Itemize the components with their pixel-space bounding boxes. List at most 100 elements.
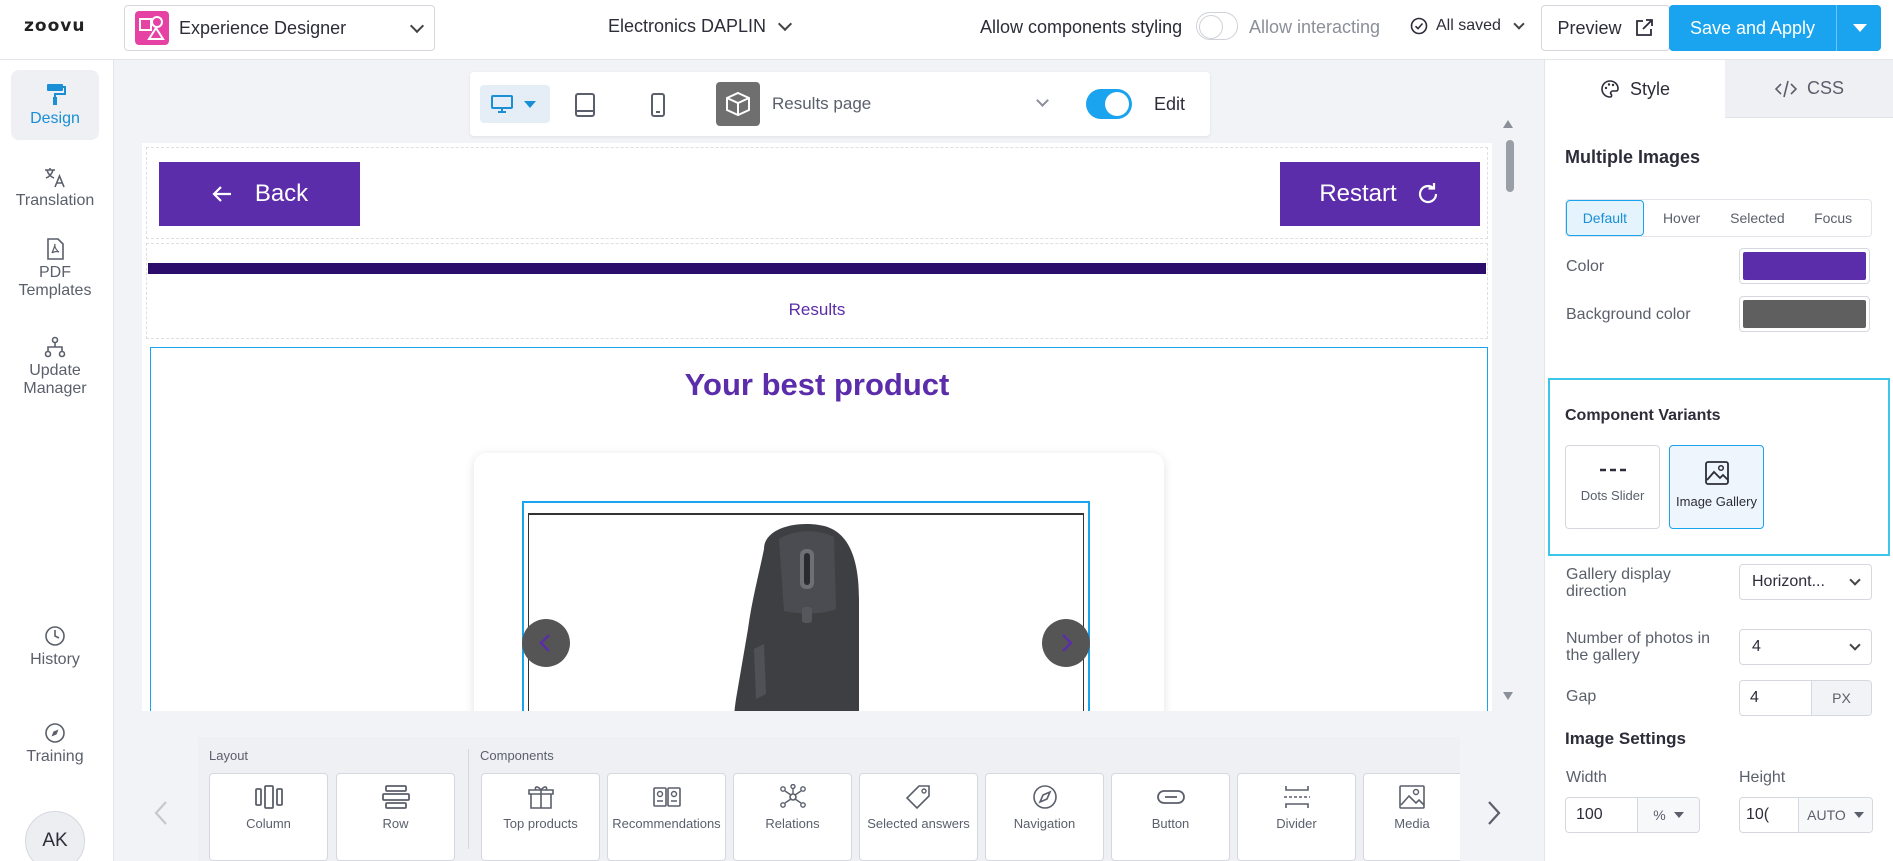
dock-item-button[interactable]: Button [1111, 773, 1230, 861]
height-value: 10( [1746, 806, 1770, 823]
divider-icon [1283, 786, 1310, 808]
height-unit-select[interactable]: AUTO [1798, 798, 1872, 832]
dock-item-top-products[interactable]: Top products [481, 773, 600, 861]
canvas-scrollbar[interactable] [1500, 118, 1516, 710]
dock-item-column[interactable]: Column [209, 773, 328, 861]
chevron-right-icon [1062, 634, 1073, 652]
button-icon [1156, 790, 1185, 804]
sidebar-item-training[interactable]: Training [11, 722, 99, 766]
back-button[interactable]: Back [159, 162, 360, 226]
arrow-left-icon [212, 186, 231, 202]
preview-label: Preview [1557, 17, 1622, 38]
state-tab-default[interactable]: Default [1566, 200, 1644, 236]
gap-label: Gap [1566, 688, 1597, 705]
section-title: Multiple Images [1565, 147, 1701, 167]
app-switcher[interactable]: Experience Designer [124, 5, 435, 51]
dock-item-label: Media [1394, 816, 1430, 831]
project-switcher[interactable]: Electronics DAPLIN [608, 16, 793, 37]
variant-image-gallery[interactable]: Image Gallery [1669, 445, 1764, 529]
image-settings-title: Image Settings [1565, 729, 1686, 748]
gallery-next-button[interactable] [1042, 619, 1090, 667]
desktop-icon [491, 95, 513, 113]
sidebar-item-design[interactable]: Design [11, 70, 99, 140]
gallery-prev-button[interactable] [522, 619, 570, 667]
project-name: Electronics DAPLIN [608, 16, 767, 36]
gallery-direction-value: Horizont... [1752, 573, 1825, 590]
scroll-down-icon[interactable] [1503, 692, 1513, 700]
chevron-down-icon [1849, 574, 1861, 586]
restart-button[interactable]: Restart [1280, 162, 1480, 226]
sidebar-item-label: Training [26, 748, 84, 765]
width-value: 100 [1576, 806, 1603, 823]
sidebar-item-label: PDF Templates [18, 264, 92, 299]
sidebar-item-pdf-templates[interactable]: PDF Templates [11, 238, 99, 300]
gallery-direction-select[interactable]: Horizont... [1739, 564, 1872, 600]
page-cube-icon [716, 82, 760, 126]
state-tab-hover[interactable]: Hover [1644, 200, 1720, 236]
palette-icon [1601, 80, 1619, 98]
save-options-dropdown[interactable] [1836, 5, 1881, 51]
row-icon [381, 785, 410, 809]
recommendations-icon [652, 787, 681, 807]
variant-label: Dots Slider [1580, 488, 1645, 503]
edit-toggle[interactable] [1086, 89, 1132, 119]
gallery-direction-label: Gallery display direction [1566, 566, 1671, 600]
page-selector[interactable]: Results page [772, 94, 871, 114]
sidebar-item-history[interactable]: History [11, 625, 99, 669]
scroll-up-icon[interactable] [1503, 120, 1513, 128]
dock-item-label: Navigation [1013, 816, 1076, 831]
color-swatch [1743, 252, 1866, 280]
dock-item-divider[interactable]: Divider [1237, 773, 1356, 861]
translate-icon [45, 168, 65, 188]
background-color-swatch [1743, 300, 1866, 328]
tab-css[interactable]: CSS [1725, 60, 1893, 118]
column-icon [254, 785, 283, 809]
sidebar-item-label: Design [30, 110, 80, 127]
chevron-down-icon [1849, 639, 1861, 651]
tab-style[interactable]: Style [1545, 60, 1725, 118]
dock-scroll-left-icon[interactable] [154, 800, 168, 826]
mobile-icon[interactable] [650, 92, 666, 118]
dock-item-label: Top products [503, 816, 578, 831]
save-and-apply-button[interactable]: Save and Apply [1669, 5, 1836, 51]
width-unit-select[interactable]: % [1637, 798, 1699, 832]
progress-row [146, 243, 1488, 339]
width-unit: % [1653, 807, 1666, 823]
results-label: Results [788, 300, 846, 319]
back-label: Back [254, 180, 309, 207]
dock-scroll-right-icon[interactable] [1487, 800, 1501, 826]
component-variants-section: Component Variants Dots Slider Image Gal… [1548, 378, 1890, 556]
photos-count-value: 4 [1752, 638, 1761, 655]
gap-input[interactable]: 4 PX [1739, 680, 1872, 716]
height-input[interactable]: 10( AUTO [1739, 797, 1873, 833]
dock-item-relations[interactable]: Relations [733, 773, 852, 861]
dock-item-media[interactable]: Media [1363, 773, 1460, 861]
state-tab-selected[interactable]: Selected [1720, 200, 1796, 236]
variant-dots-slider[interactable]: Dots Slider [1565, 445, 1660, 529]
background-color-picker[interactable] [1739, 296, 1870, 332]
allow-styling-toggle[interactable] [1196, 12, 1238, 40]
caret-down-icon [1673, 812, 1684, 818]
dock-item-row[interactable]: Row [336, 773, 455, 861]
chevron-down-icon[interactable] [1036, 94, 1049, 107]
color-picker[interactable] [1739, 248, 1870, 284]
tablet-icon[interactable] [574, 92, 596, 118]
dock-item-label: Relations [765, 816, 820, 831]
dock-item-label: Recommendations [612, 816, 721, 831]
image-gallery[interactable] [522, 501, 1090, 711]
progress-bar [148, 263, 1486, 274]
width-input[interactable]: 100 % [1565, 797, 1700, 833]
image-icon [1399, 785, 1425, 809]
save-status[interactable]: All saved [1410, 17, 1525, 35]
preview-button[interactable]: Preview [1541, 5, 1670, 51]
scrollbar-thumb[interactable] [1506, 140, 1514, 192]
dock-item-recommendations[interactable]: Recommendations [607, 773, 726, 861]
photos-count-select[interactable]: 4 [1739, 629, 1872, 665]
state-tab-focus[interactable]: Focus [1795, 200, 1871, 236]
sidebar-item-update-manager[interactable]: Update Manager [11, 336, 99, 398]
dock-item-selected-answers[interactable]: Selected answers [859, 773, 978, 861]
dock-item-navigation[interactable]: Navigation [985, 773, 1104, 861]
sidebar-item-translation[interactable]: Translation [11, 166, 99, 210]
tab-style-label: Style [1629, 78, 1671, 99]
desktop-view-button[interactable] [480, 85, 550, 123]
